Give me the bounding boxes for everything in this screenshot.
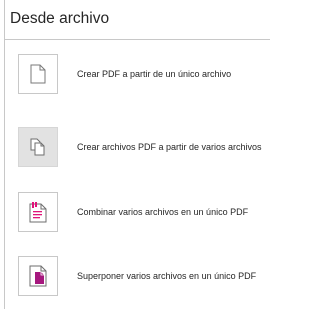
create-pdf-single-file-option[interactable]: Crear PDF a partir de un único archivo	[18, 54, 270, 94]
create-pdf-single-file-button[interactable]	[18, 54, 58, 94]
overlay-files-label: Superponer varios archivos en un único P…	[77, 271, 257, 281]
create-pdfs-multiple-files-option[interactable]: Crear archivos PDF a partir de varios ar…	[18, 127, 270, 167]
multiple-pages-icon	[30, 138, 46, 156]
combine-files-label: Combinar varios archivos en un único PDF	[77, 207, 249, 217]
combine-files-option[interactable]: Combinar varios archivos en un único PDF	[18, 192, 270, 232]
title-divider	[5, 39, 270, 40]
panel-left-border	[4, 0, 5, 309]
from-file-panel: Desde archivo Crear PDF a partir de un ú…	[0, 0, 270, 309]
combine-files-button[interactable]	[18, 192, 58, 232]
single-page-icon	[30, 64, 46, 84]
panel-title: Desde archivo	[10, 10, 110, 27]
overlay-files-option[interactable]: Superponer varios archivos en un único P…	[18, 256, 270, 296]
overlay-files-button[interactable]	[18, 256, 58, 296]
overlay-pdf-icon	[29, 265, 47, 287]
combine-pdf-icon	[29, 201, 47, 223]
create-pdf-single-file-label: Crear PDF a partir de un único archivo	[77, 69, 232, 79]
create-pdfs-multiple-files-button[interactable]	[18, 127, 58, 167]
create-pdfs-multiple-files-label: Crear archivos PDF a partir de varios ar…	[77, 142, 262, 152]
